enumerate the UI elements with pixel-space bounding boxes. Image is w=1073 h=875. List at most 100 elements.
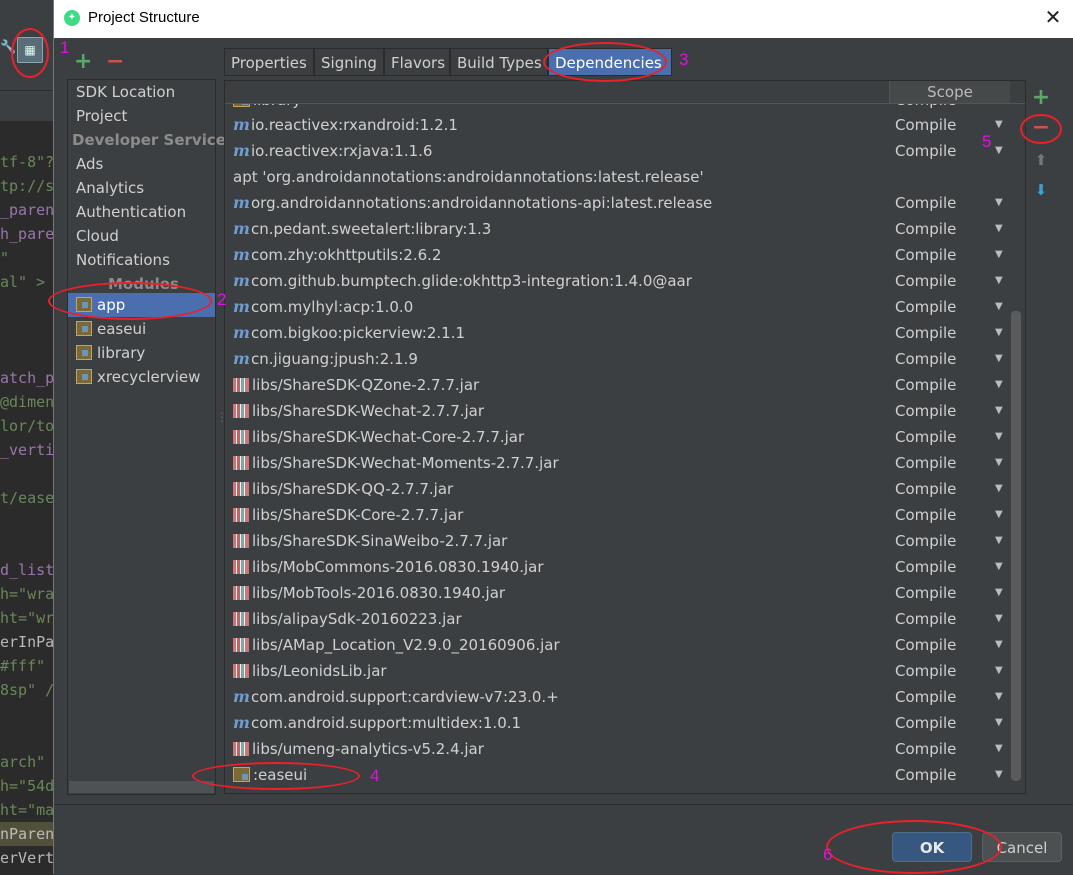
chevron-down-icon[interactable]: ▼ [995,528,1003,554]
chevron-down-icon[interactable]: ▼ [995,476,1003,502]
module-item[interactable]: xrecyclerview [76,365,200,389]
nav-item[interactable]: Notifications [76,248,170,272]
remove-module-icon[interactable]: − [106,50,124,74]
nav-item[interactable]: Analytics [76,176,144,200]
scope-dropdown[interactable]: Compile [895,450,956,476]
tab-dependencies[interactable]: Dependencies [548,48,672,76]
chevron-down-icon[interactable]: ▼ [995,138,1003,164]
dependency-row[interactable]: morg.androidannotations:androidannotatio… [225,190,1007,216]
dependency-row[interactable]: mcom.android.support:cardview-v7:23.0.+ C… [225,684,1007,710]
dependency-row[interactable]: libs/ShareSDK-QQ-2.7.7.jar Compile ▼ [225,476,1007,502]
chevron-down-icon[interactable]: ▼ [995,190,1003,216]
cancel-button[interactable]: Cancel [982,832,1062,862]
scope-dropdown[interactable]: Compile [895,346,956,372]
scope-dropdown[interactable]: Compile [895,606,956,632]
table-scrollbar[interactable] [1011,311,1021,781]
chevron-down-icon[interactable]: ▼ [995,632,1003,658]
chevron-down-icon[interactable]: ▼ [995,502,1003,528]
chevron-down-icon[interactable]: ▼ [995,554,1003,580]
dependency-row[interactable]: mio.reactivex:rxjava:1.1.6 Compile ▼ [225,138,1007,164]
dependency-row[interactable]: libs/ShareSDK-Wechat-Core-2.7.7.jar Compi… [225,424,1007,450]
chevron-down-icon[interactable]: ▼ [995,216,1003,242]
scope-dropdown[interactable]: Compile [895,710,956,736]
chevron-down-icon[interactable]: ▼ [995,450,1003,476]
chevron-down-icon[interactable]: ▼ [995,320,1003,346]
dependency-row[interactable]: libs/ShareSDK-Core-2.7.7.jar Compile ▼ [225,502,1007,528]
dependency-row[interactable]: libs/MobTools-2016.0830.1940.jar Compile ▼ [225,580,1007,606]
add-dependency-icon[interactable]: + [1029,86,1053,110]
dependency-row[interactable]: apt 'org.androidannotations:androidannot… [225,164,1007,190]
chevron-down-icon[interactable]: ▼ [995,606,1003,632]
chevron-down-icon[interactable]: ▼ [995,580,1003,606]
nav-item[interactable]: Authentication [76,200,186,224]
scope-dropdown[interactable]: Compile [895,580,956,606]
scope-dropdown[interactable]: Compile [895,502,956,528]
dependency-row[interactable]: mcom.mylhyl:acp:1.0.0 Compile ▼ [225,294,1007,320]
move-down-icon[interactable]: ⬇ [1029,178,1053,202]
scope-dropdown[interactable]: Compile [895,528,956,554]
chevron-down-icon[interactable]: ▼ [995,112,1003,138]
scope-dropdown[interactable]: Compile [895,112,956,138]
dependency-row[interactable]: mcn.pedant.sweetalert:library:1.3 Compile… [225,216,1007,242]
dependency-row[interactable]: libs/LeonidsLib.jar Compile ▼ [225,658,1007,684]
dependency-row[interactable]: libs/umeng-analytics-v5.2.4.jar Compile ▼ [225,736,1007,762]
module-item[interactable]: easeui [76,317,146,341]
tab-build-types[interactable]: Build Types [450,48,548,76]
scope-dropdown[interactable]: Compile [895,658,956,684]
dependency-row[interactable]: libs/ShareSDK-QZone-2.7.7.jar Compile ▼ [225,372,1007,398]
scope-dropdown[interactable]: Compile [895,216,956,242]
close-icon[interactable]: ✕ [1042,6,1064,28]
dependency-row[interactable]: libs/ShareSDK-Wechat-2.7.7.jar Compile ▼ [225,398,1007,424]
dependency-row[interactable]: mcn.jiguang:jpush:2.1.9 Compile ▼ [225,346,1007,372]
dependency-row[interactable]: mcom.github.bumptech.glide:okhttp3-integ… [225,268,1007,294]
scope-dropdown[interactable]: Compile [895,138,956,164]
nav-item[interactable]: Project [76,104,127,128]
scope-dropdown[interactable]: Compile [895,736,956,762]
chevron-down-icon[interactable]: ▼ [995,658,1003,684]
tab-signing[interactable]: Signing [314,48,384,76]
scope-dropdown[interactable]: Compile [895,762,956,788]
scope-dropdown[interactable]: Compile [895,398,956,424]
tab-properties[interactable]: Properties [224,48,314,76]
dependency-row[interactable]: libs/alipaySdk-20160223.jar Compile ▼ [225,606,1007,632]
remove-dependency-icon[interactable]: − [1029,116,1053,140]
chevron-down-icon[interactable]: ▼ [995,684,1003,710]
scope-dropdown[interactable]: Compile [895,242,956,268]
scope-dropdown[interactable]: Compile [895,632,956,658]
scope-dropdown[interactable]: Compile [895,424,956,450]
chevron-down-icon[interactable]: ▼ [995,372,1003,398]
scope-dropdown[interactable]: Compile [895,294,956,320]
dependency-row[interactable]: libs/AMap_Location_V2.9.0_20160906.jar Co… [225,632,1007,658]
ok-button[interactable]: OK [892,832,972,862]
scope-dropdown[interactable]: Compile [895,268,956,294]
nav-item[interactable]: Ads [76,152,103,176]
dependency-row[interactable]: libs/ShareSDK-Wechat-Moments-2.7.7.jar Co… [225,450,1007,476]
dependency-row[interactable]: mio.reactivex:rxandroid:1.2.1 Compile ▼ [225,112,1007,138]
module-item[interactable]: app [76,293,125,317]
scope-dropdown[interactable]: Compile [895,684,956,710]
scope-dropdown[interactable]: Compile [895,372,956,398]
scope-dropdown[interactable]: Compile [895,320,956,346]
tab-flavors[interactable]: Flavors [384,48,450,76]
add-module-icon[interactable]: + [74,50,92,74]
nav-item[interactable]: Cloud [76,224,119,248]
scope-dropdown[interactable]: Compile [895,476,956,502]
scope-column-header[interactable]: Scope [889,81,1010,103]
dependency-row[interactable]: mcom.zhy:okhttputils:2.6.2 Compile ▼ [225,242,1007,268]
chevron-down-icon[interactable]: ▼ [995,242,1003,268]
nav-item[interactable]: SDK Location [76,80,175,104]
move-up-icon[interactable]: ⬆ [1029,148,1053,172]
chevron-down-icon[interactable]: ▼ [995,710,1003,736]
chevron-down-icon[interactable]: ▼ [995,398,1003,424]
dependency-row[interactable]: libs/MobCommons-2016.0830.1940.jar Compil… [225,554,1007,580]
dependency-row[interactable]: :easeui Compile ▼ [225,762,1007,788]
chevron-down-icon[interactable]: ▼ [995,762,1003,788]
dependency-row[interactable]: mcom.bigkoo:pickerview:2.1.1 Compile ▼ [225,320,1007,346]
chevron-down-icon[interactable]: ▼ [995,268,1003,294]
chevron-down-icon[interactable]: ▼ [995,294,1003,320]
module-item[interactable]: library [76,341,145,365]
dependency-row[interactable]: mcom.android.support:multidex:1.0.1 Compi… [225,710,1007,736]
chevron-down-icon[interactable]: ▼ [995,424,1003,450]
chevron-down-icon[interactable]: ▼ [995,346,1003,372]
chevron-down-icon[interactable]: ▼ [995,736,1003,762]
